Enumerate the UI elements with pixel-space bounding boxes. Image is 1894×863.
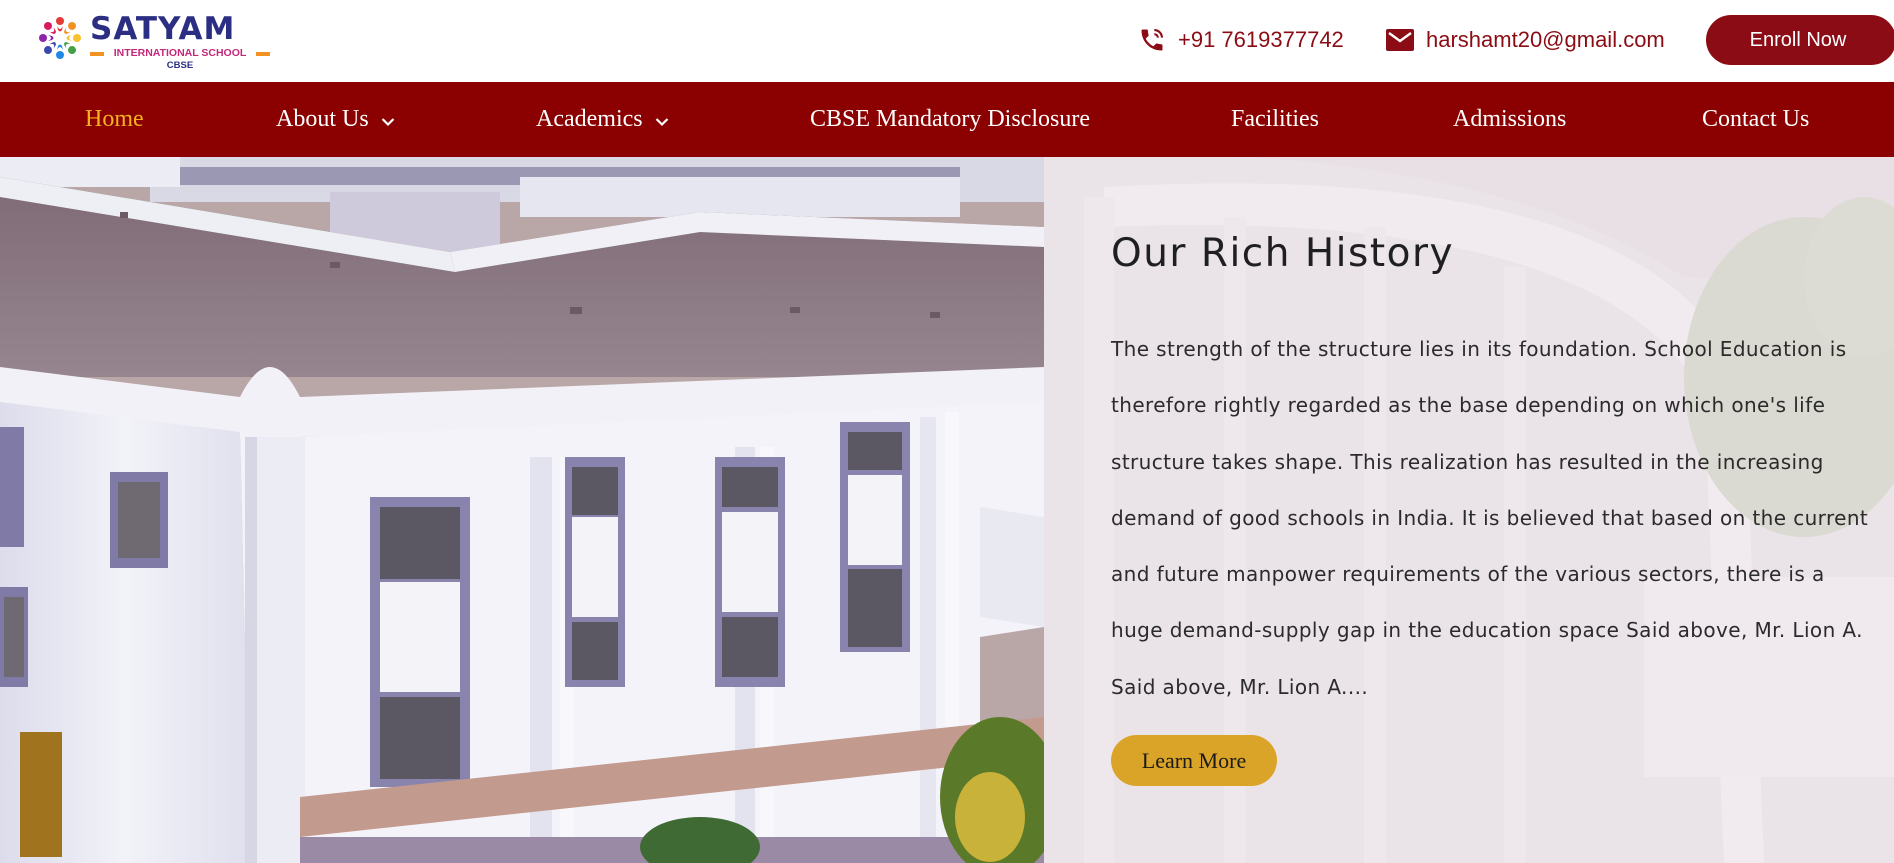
school-building-photo (0, 157, 1044, 863)
phone-icon (1141, 29, 1163, 51)
nav-item-label: Admissions (1453, 106, 1567, 132)
logo-divider (256, 52, 270, 56)
main-nav: Home About Us Academics CBSE Mandatory D… (0, 82, 1894, 157)
nav-item-academics[interactable]: Academics (536, 82, 669, 157)
learn-more-button[interactable]: Learn More (1111, 735, 1277, 786)
nav-item-about-us[interactable]: About Us (276, 82, 395, 157)
history-content: Our Rich History The strength of the str… (1044, 157, 1894, 863)
nav-item-label: Facilities (1231, 106, 1319, 132)
nav-item-label: Home (85, 106, 144, 132)
email-address: harshamt20@gmail.com (1426, 27, 1665, 52)
logo-school-name: SATYAM (90, 11, 236, 47)
history-section: Our Rich History The strength of the str… (0, 157, 1894, 863)
enroll-now-button[interactable]: Enroll Now (1706, 15, 1894, 65)
phone-number: +91 7619377742 (1178, 27, 1344, 52)
top-header: SATYAM INTERNATIONAL SCHOOL CBSE +91 761… (0, 0, 1894, 82)
nav-item-cbse-mandatory-disclosure[interactable]: CBSE Mandatory Disclosure (810, 82, 1090, 157)
chevron-down-icon (655, 117, 668, 126)
nav-item-label: Academics (536, 106, 643, 132)
nav-item-label: Contact Us (1702, 106, 1810, 132)
nav-item-facilities[interactable]: Facilities (1231, 82, 1319, 157)
logo-subtitle-text: INTERNATIONAL SCHOOL (113, 47, 247, 59)
mail-icon (1386, 29, 1414, 51)
nav-item-label: About Us (276, 106, 369, 132)
chevron-down-icon (381, 117, 394, 126)
phone-contact[interactable]: +91 7619377742 (1138, 24, 1344, 56)
history-paragraph: The strength of the structure lies in it… (1111, 337, 1869, 699)
logo-divider (90, 52, 104, 56)
email-contact[interactable]: harshamt20@gmail.com (1386, 24, 1665, 56)
nav-item-admissions[interactable]: Admissions (1453, 82, 1566, 157)
school-logo[interactable]: SATYAM INTERNATIONAL SCHOOL CBSE (36, 11, 276, 71)
section-title: Our Rich History (1111, 231, 1455, 276)
nav-item-home[interactable]: Home (85, 82, 144, 157)
nav-item-label: CBSE Mandatory Disclosure (810, 106, 1090, 132)
logo-board: CBSE (166, 60, 194, 71)
logo-subtitle: INTERNATIONAL SCHOOL (90, 46, 270, 60)
nav-item-contact-us[interactable]: Contact Us (1702, 82, 1809, 157)
people-circle-logo-icon (39, 17, 81, 59)
